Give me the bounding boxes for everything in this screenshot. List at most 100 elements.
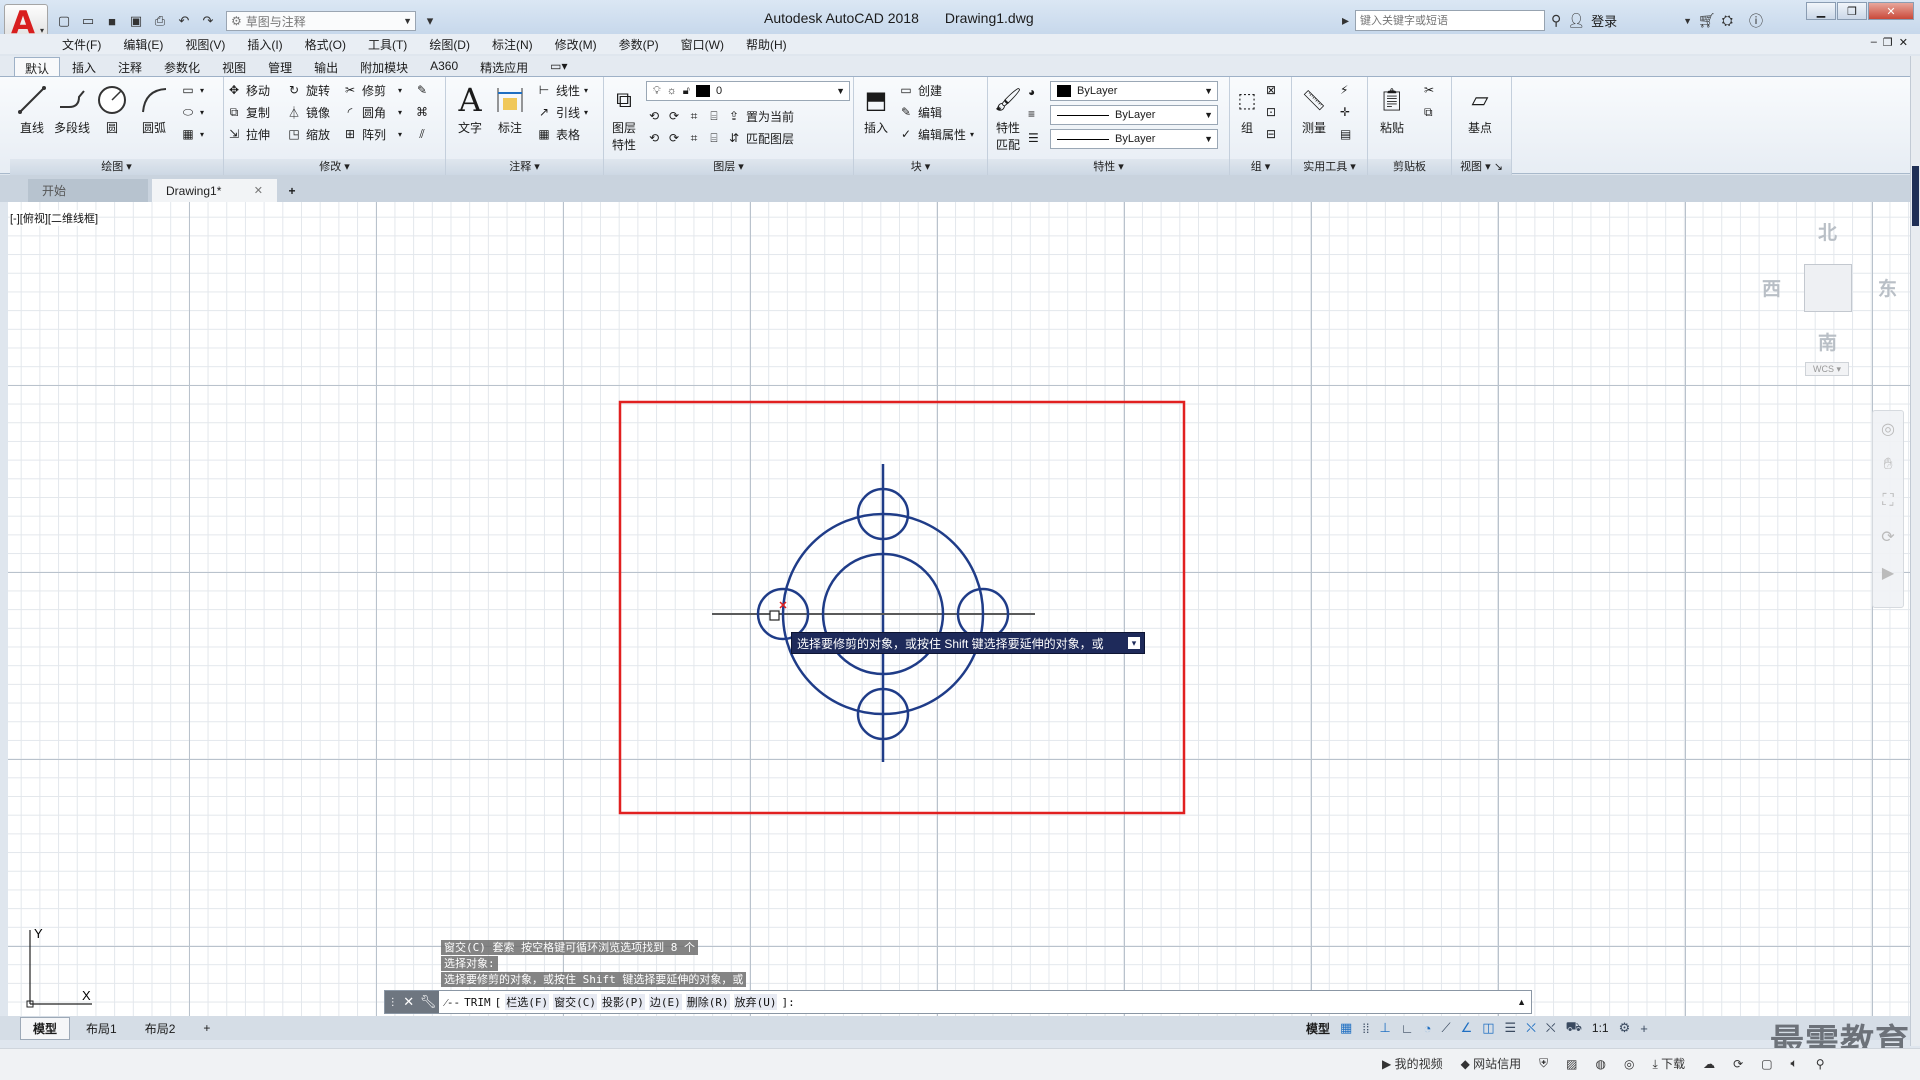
panel-title-draw[interactable]: 绘图 ▾	[10, 159, 223, 175]
model-space-toggle[interactable]: 模型	[1306, 1020, 1330, 1037]
quick-select-icon[interactable]: ⚡︎	[1340, 79, 1348, 101]
menu-draw[interactable]: 绘图(D)	[429, 36, 470, 53]
tab-parametric[interactable]: 参数化	[154, 57, 210, 76]
chevron-up-icon[interactable]: ▲	[1517, 997, 1526, 1007]
cart-icon[interactable]: 🛒︎	[1698, 12, 1716, 29]
edit-attributes-button[interactable]: ✓ 编辑属性 ▾	[898, 123, 974, 145]
shield-icon[interactable]: ⛨	[1539, 1056, 1548, 1071]
layer-tool-icon[interactable]: ⟳	[666, 130, 682, 146]
panel-title-layers[interactable]: 图层 ▾	[604, 159, 853, 175]
menu-file[interactable]: 文件(F)	[62, 36, 101, 53]
array-button[interactable]: ⊞ 阵列 ▾	[342, 123, 402, 145]
layer-select[interactable]: 💡︎ ☼ 🔓︎ 0 ▼	[646, 81, 850, 101]
login-link[interactable]: 登录	[1591, 11, 1617, 30]
showmotion-icon[interactable]: ▶	[1873, 555, 1903, 591]
tab-manage[interactable]: 管理	[258, 57, 302, 76]
plot-icon[interactable]: ⎙	[150, 12, 170, 30]
pan-icon[interactable]: ✋︎	[1873, 447, 1903, 483]
doc-minimize-button[interactable]: –	[1871, 36, 1877, 49]
close-icon[interactable]: ✕	[403, 994, 414, 1010]
tab-featured-apps[interactable]: 精选应用	[470, 57, 538, 76]
net-credit-button[interactable]: ◆ 网站信用	[1461, 1055, 1522, 1072]
panel-title-properties[interactable]: 特性 ▾	[988, 159, 1229, 175]
maximize-button[interactable]: ❐	[1837, 2, 1867, 20]
polar-icon[interactable]: ◔	[1424, 1021, 1432, 1036]
offset-button[interactable]: ⫽	[414, 123, 430, 145]
annotation-scale[interactable]: 1:1	[1592, 1021, 1609, 1035]
fillet-button[interactable]: ◜ 圆角 ▾	[342, 101, 402, 123]
paste-button[interactable]: 📋︎ 粘贴	[1372, 81, 1412, 136]
customize-qat-icon[interactable]: ▾	[420, 12, 440, 30]
insert-block-button[interactable]: ⬒ 插入	[856, 81, 896, 136]
option-edge[interactable]: 边(E)	[648, 994, 682, 1010]
measure-button[interactable]: 📏︎ 测量	[1294, 81, 1334, 136]
calculator-icon[interactable]: ▤	[1340, 123, 1351, 145]
gear-icon[interactable]: ⚙	[1619, 1020, 1631, 1036]
window-icon[interactable]: ▢	[1761, 1057, 1772, 1071]
layer-tool-icon[interactable]: ⌗	[686, 108, 702, 124]
linetype-select[interactable]: ByLayer ▼	[1050, 129, 1218, 149]
wrench-icon[interactable]: 🔧︎	[420, 994, 437, 1010]
tab-addins[interactable]: 附加模块	[350, 57, 418, 76]
scrollbar-thumb[interactable]	[1912, 166, 1919, 226]
tab-layout1[interactable]: 布局1	[74, 1018, 129, 1039]
linear-button[interactable]: ⊢ 线性 ▾	[536, 79, 588, 101]
lineweight-toggle-icon[interactable]: ☰	[1505, 1020, 1517, 1036]
ribbon-minimize-toggle[interactable]: ▭▾	[540, 57, 577, 76]
panel-title-modify[interactable]: 修改 ▾	[224, 159, 445, 175]
circle-button[interactable]: 圆	[92, 81, 132, 136]
download-button[interactable]: ⤓ 下载	[1652, 1055, 1685, 1072]
tab-a360[interactable]: A360	[420, 57, 468, 76]
menu-dimension[interactable]: 标注(N)	[492, 36, 533, 53]
new-file-icon[interactable]: ▢	[54, 12, 74, 30]
zoom-icon[interactable]: ⚲	[1816, 1057, 1825, 1071]
minimize-button[interactable]: ▁	[1806, 2, 1836, 20]
menu-view[interactable]: 视图(V)	[185, 36, 225, 53]
match-properties-button[interactable]: 🖌︎ 特性 匹配	[990, 81, 1026, 153]
binoculars-icon[interactable]: ⚲	[1551, 12, 1561, 29]
text-button[interactable]: A 文字	[450, 81, 490, 136]
menu-insert[interactable]: 插入(I)	[247, 36, 282, 53]
orbit-icon[interactable]: ⟳	[1873, 519, 1903, 555]
close-icon[interactable]: ✕	[254, 184, 263, 197]
viewcube-west[interactable]: 西	[1762, 274, 1781, 301]
undo-icon[interactable]: ↶	[174, 12, 194, 30]
tab-home[interactable]: 默认	[14, 57, 61, 76]
grid-icon[interactable]: ▦	[1340, 1020, 1352, 1036]
plus-icon[interactable]: +	[1640, 1021, 1648, 1036]
cloud-icon[interactable]: ☁	[1703, 1057, 1715, 1071]
redo-icon[interactable]: ↷	[198, 12, 218, 30]
command-line[interactable]: ⋮ ✕ 🔧︎ ⁄-- TRIM [ 栏选(F) 窗交(C) 投影(P) 边(E)…	[384, 990, 1532, 1014]
search-input[interactable]	[1355, 10, 1546, 31]
edit-block-button[interactable]: ✎ 编辑	[898, 101, 942, 123]
panel-title-annotation[interactable]: 注释 ▾	[446, 159, 603, 175]
grip-icon[interactable]: ⋮	[388, 997, 398, 1008]
chevron-right-icon[interactable]: ▸	[1342, 12, 1349, 29]
drawing-area[interactable]: [-][俯视][二维线框] 选择要修剪的对象，或按住 Shift 键选择要延伸的…	[8, 202, 1910, 1016]
stretch-button[interactable]: ⇲ 拉伸	[226, 123, 270, 145]
rotate-button[interactable]: ↻ 旋转	[286, 79, 330, 101]
annotation-visibility-icon[interactable]: ⛌	[1526, 1020, 1536, 1036]
tab-layout2[interactable]: 布局2	[133, 1018, 188, 1039]
option-undo[interactable]: 放弃(U)	[733, 994, 778, 1010]
option-fence[interactable]: 栏选(F)	[505, 994, 550, 1010]
group-button[interactable]: ⬚ 组	[1232, 81, 1262, 136]
group-edit-icon[interactable]: ⊡	[1266, 101, 1276, 123]
color-select[interactable]: ByLayer ▼	[1050, 81, 1218, 101]
wcs-menu[interactable]: WCS ▾	[1805, 362, 1849, 376]
volume-icon[interactable]: 🔈︎	[1791, 1056, 1798, 1071]
polyline-button[interactable]: 多段线	[52, 81, 92, 136]
panel-title-utilities[interactable]: 实用工具 ▾	[1292, 159, 1367, 175]
osnap-icon[interactable]: ∠	[1461, 1020, 1473, 1036]
layer-tool-icon[interactable]: ⌸	[706, 108, 722, 124]
viewcube-east[interactable]: 东	[1878, 274, 1897, 301]
layer-properties-button[interactable]: ⧉ 图层 特性	[606, 81, 642, 153]
tab-annotate[interactable]: 注释	[108, 57, 152, 76]
close-button[interactable]: ✕	[1868, 2, 1914, 20]
table-button[interactable]: ▦ 表格	[536, 123, 580, 145]
tab-start[interactable]: 开始	[28, 179, 148, 202]
tab-insert[interactable]: 插入	[62, 57, 106, 76]
dimension-button[interactable]: 标注	[490, 81, 530, 136]
steering-wheel-icon[interactable]: ◎	[1873, 411, 1903, 447]
cut-icon[interactable]: ✂	[1424, 79, 1434, 101]
